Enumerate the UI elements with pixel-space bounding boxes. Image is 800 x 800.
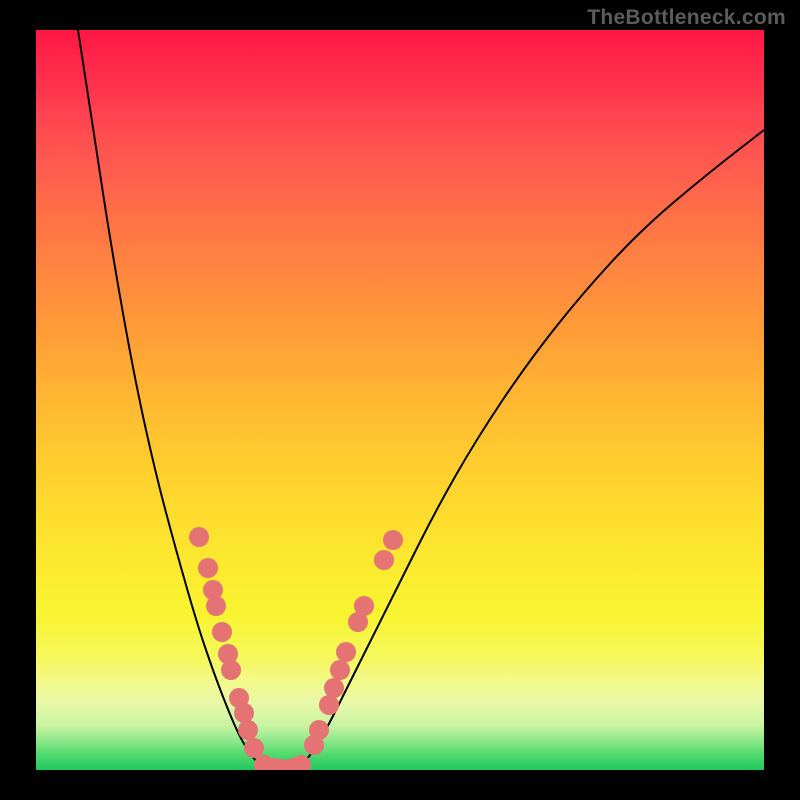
watermark-label: TheBottleneck.com [587,6,786,30]
curve-overlay [36,30,764,770]
data-point [206,596,226,616]
data-point [319,695,339,715]
data-point [221,660,241,680]
data-point [234,703,254,723]
data-points [189,527,403,770]
data-point [354,596,374,616]
data-point [330,660,350,680]
data-point [189,527,209,547]
data-point [309,720,329,740]
data-point [198,558,218,578]
data-point [374,550,394,570]
data-point [244,738,264,758]
bottleneck-curve [78,30,764,769]
data-point [383,530,403,550]
data-point [238,720,258,740]
data-point [212,622,232,642]
data-point [336,642,356,662]
data-point [324,678,344,698]
